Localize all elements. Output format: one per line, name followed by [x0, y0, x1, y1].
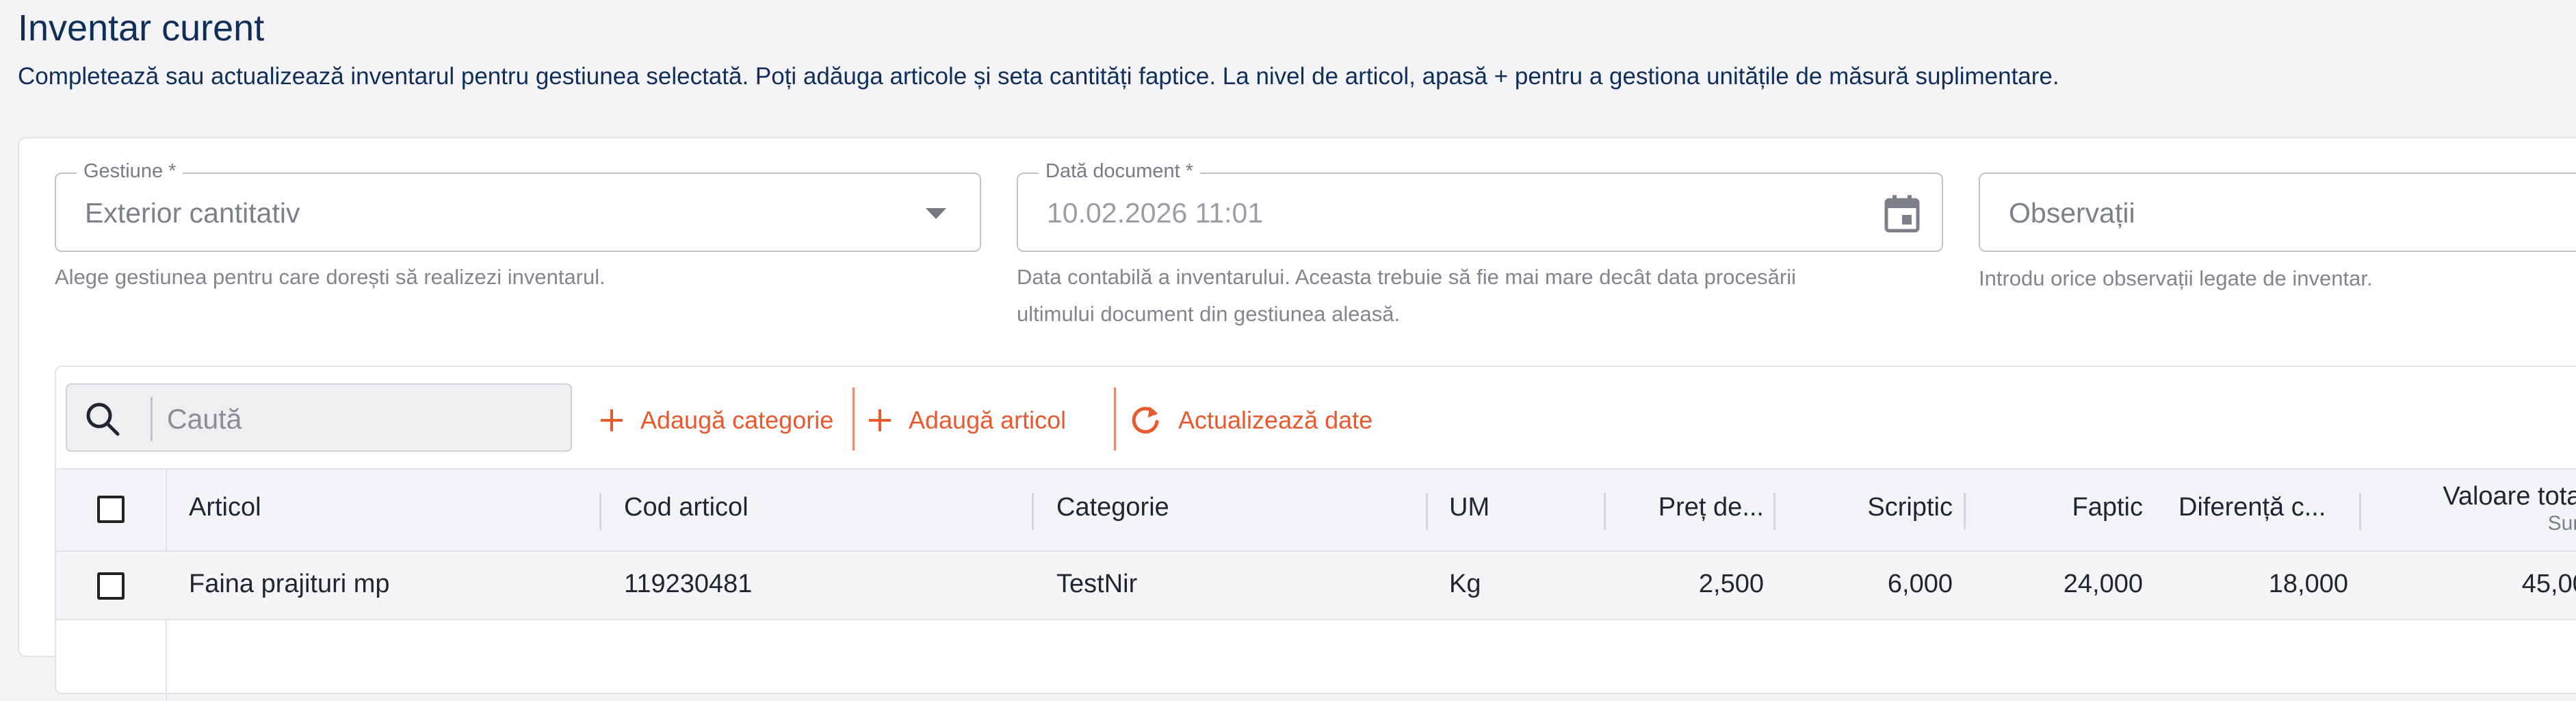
add-category-button[interactable]: Adaugă categorie — [599, 398, 833, 442]
add-category-label: Adaugă categorie — [640, 406, 834, 434]
add-article-button[interactable]: Adaugă articol — [868, 398, 1066, 442]
data-document-value: 10.02.2026 11:01 — [1047, 197, 1264, 229]
data-document-helper-line2: ultimului document din gestiunea aleasă. — [1017, 302, 1401, 326]
col-pret[interactable]: Preț de... — [1606, 493, 1764, 522]
column-separator[interactable] — [1426, 493, 1428, 530]
col-categorie[interactable]: Categorie — [1056, 493, 1169, 522]
cell-pret: 2,500 — [1698, 570, 1764, 598]
page-title: Inventar curent — [18, 8, 265, 49]
search-box[interactable] — [66, 383, 572, 452]
col-valoare-totala-sub: Sumă — [2547, 512, 2576, 535]
column-separator[interactable] — [1032, 493, 1034, 530]
observatii-placeholder: Observații — [2009, 197, 2135, 229]
gestiune-value: Exterior cantitativ — [85, 197, 300, 229]
chevron-down-icon[interactable] — [917, 194, 955, 233]
toolbar-separator — [1114, 387, 1116, 450]
search-icon — [85, 401, 120, 437]
plus-icon — [869, 409, 891, 431]
inventory-table: Adaugă categorie Adaugă articol Actualiz… — [55, 366, 2576, 701]
col-diferenta[interactable]: Diferență c... — [2178, 493, 2326, 522]
cell-diferenta: 18,000 — [2268, 570, 2348, 598]
gestiune-helper: Alege gestiunea pentru care dorești să r… — [55, 265, 606, 289]
col-faptic[interactable]: Faptic — [1992, 493, 2143, 522]
observatii-field[interactable]: Observații — [1979, 173, 2576, 252]
data-document-helper-line1: Data contabilă a inventarului. Aceasta t… — [1017, 265, 1797, 289]
cell-cod-articol: 119230481 — [624, 570, 753, 598]
search-input[interactable] — [167, 398, 557, 439]
cell-articol: Faina prajituri mp — [189, 570, 390, 598]
table-row[interactable]: Faina prajituri mp 119230481 TestNir Kg … — [56, 552, 2576, 620]
calendar-icon[interactable] — [1883, 194, 1921, 233]
search-divider — [151, 397, 153, 441]
select-all-checkbox[interactable] — [97, 496, 125, 523]
refresh-icon — [1132, 407, 1159, 434]
table-header: Articol Cod articol Categorie UM Preț de… — [56, 468, 2576, 552]
refresh-label: Actualizează date — [1178, 406, 1373, 434]
cell-valoare-totala: 45,000 — [2521, 570, 2576, 598]
column-separator[interactable] — [1773, 493, 1775, 530]
cell-scriptic: 6,000 — [1887, 570, 1953, 598]
column-separator[interactable] — [1604, 493, 1606, 530]
toolbar-separator — [853, 387, 855, 450]
col-scriptic[interactable]: Scriptic — [1780, 493, 1953, 522]
data-document-label: Dată document * — [1039, 160, 1201, 183]
column-separator[interactable] — [599, 493, 601, 530]
observatii-helper: Introdu orice observații legate de inven… — [1979, 266, 2373, 290]
row-checkbox[interactable] — [97, 572, 125, 600]
gestiune-select[interactable]: Gestiune * Exterior cantitativ — [55, 160, 981, 252]
cell-um: Kg — [1449, 570, 1481, 598]
column-separator[interactable] — [2359, 493, 2361, 530]
col-um[interactable]: UM — [1449, 493, 1489, 522]
refresh-button[interactable]: Actualizează date — [1129, 398, 1372, 442]
add-article-label: Adaugă articol — [909, 406, 1067, 434]
cell-categorie: TestNir — [1056, 570, 1138, 598]
column-separator[interactable] — [1964, 493, 1966, 530]
cell-faptic[interactable]: 24,000 — [1992, 570, 2143, 599]
col-cod-articol[interactable]: Cod articol — [624, 493, 749, 522]
data-document-field[interactable]: Dată document * 10.02.2026 11:01 — [1017, 160, 1943, 252]
page-subtitle: Completează sau actualizează inventarul … — [18, 63, 2059, 90]
gestiune-label: Gestiune * — [77, 160, 183, 183]
col-valoare-totala[interactable]: Valoare totală — [2382, 482, 2576, 511]
inventory-card: Gestiune * Exterior cantitativ Alege ges… — [18, 137, 2576, 701]
plus-icon — [601, 409, 623, 431]
col-articol[interactable]: Articol — [189, 493, 261, 522]
